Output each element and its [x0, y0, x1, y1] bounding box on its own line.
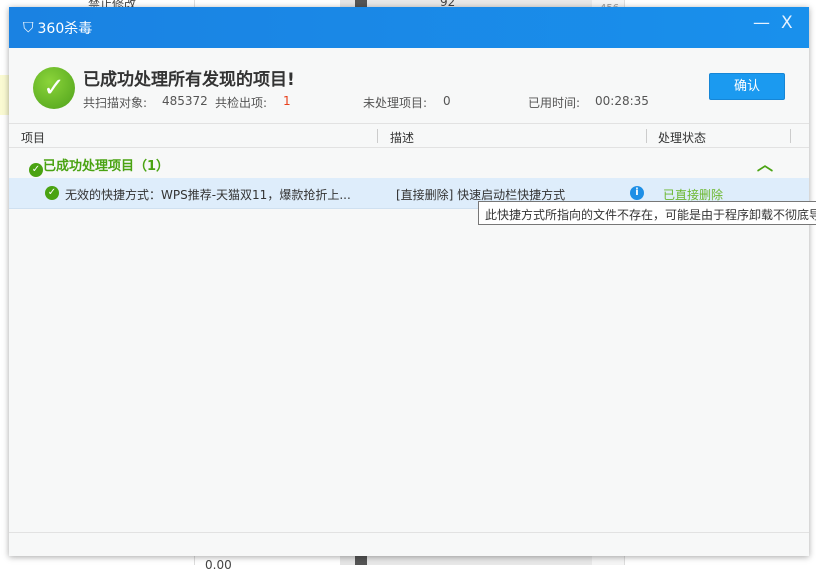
found-label: 共检出项:: [215, 96, 268, 110]
group-label: 已成功处理项目（1）: [43, 159, 170, 174]
table-header: 项目 描述 处理状态: [9, 124, 809, 148]
title-bar[interactable]: ⛉ 360杀毒 — X: [9, 7, 809, 48]
unhandled-label: 未处理项目:: [363, 96, 428, 110]
tooltip: 此快捷方式所指向的文件不存在，可能是由于程序卸载不彻底导: [478, 201, 816, 225]
found-value: 1: [283, 94, 291, 108]
shield-logo-icon: ⛉: [23, 19, 34, 36]
info-icon[interactable]: i: [630, 186, 644, 200]
column-divider[interactable]: [646, 129, 647, 143]
background-text: 0.00: [205, 558, 232, 572]
result-heading: 已成功处理所有发现的项目!: [83, 70, 295, 90]
chevron-up-icon[interactable]: ︿: [757, 151, 773, 175]
footer-bar: [9, 532, 809, 556]
check-icon: ✓: [45, 186, 59, 200]
window-title: 360杀毒: [37, 20, 93, 37]
row-item: 无效的快捷方式：WPS推荐-天猫双11，爆款抢折上...: [65, 188, 351, 202]
scanned-value: 485372: [162, 94, 208, 108]
time-label: 已用时间:: [528, 96, 581, 110]
scanned-label: 共扫描对象:: [83, 96, 148, 110]
column-description[interactable]: 描述: [390, 129, 414, 146]
confirm-button[interactable]: 确认: [709, 73, 785, 100]
success-check-icon: ✓: [33, 67, 75, 109]
column-divider[interactable]: [377, 129, 378, 143]
column-item[interactable]: 项目: [21, 129, 45, 146]
time-value: 00:28:35: [595, 94, 649, 108]
column-divider[interactable]: [790, 129, 791, 143]
unhandled-value: 0: [443, 94, 451, 108]
minimize-button[interactable]: —: [753, 13, 770, 33]
result-summary: ✓ 已成功处理所有发现的项目! 共扫描对象: 485372 共检出项: 1 未处…: [9, 48, 809, 124]
check-icon: ✓: [29, 163, 43, 177]
antivirus-result-window: ⛉ 360杀毒 — X ✓ 已成功处理所有发现的项目! 共扫描对象: 48537…: [9, 7, 809, 556]
group-header[interactable]: ✓ 已成功处理项目（1） ︿: [9, 148, 809, 178]
close-button[interactable]: X: [781, 13, 793, 33]
column-status[interactable]: 处理状态: [658, 129, 706, 146]
